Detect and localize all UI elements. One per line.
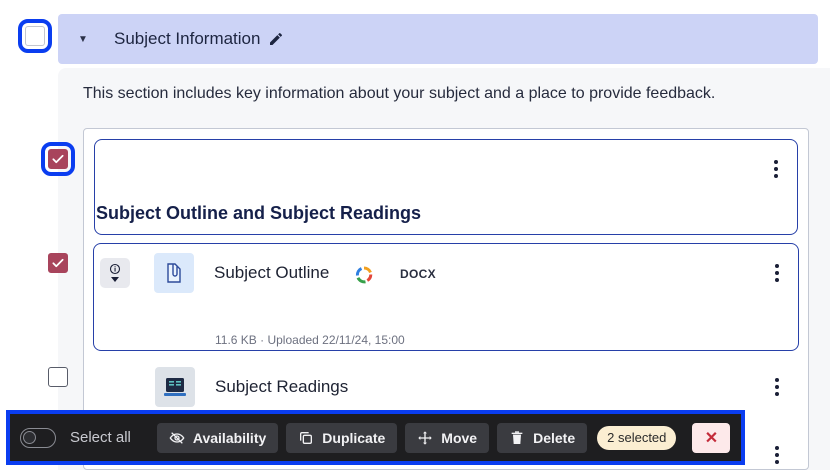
kebab-icon[interactable]	[769, 445, 785, 465]
file-type-label: DOCX	[400, 267, 436, 281]
app-badge-icon	[355, 266, 373, 284]
section-title: Subject Information	[114, 29, 261, 48]
selected-count-badge: 2 selected	[597, 425, 677, 450]
bulk-actions-toolbar: Select all Availability Duplicate Move D…	[6, 410, 745, 465]
file-card[interactable]	[93, 243, 799, 351]
move-button[interactable]: Move	[405, 422, 490, 453]
file-checkbox[interactable]	[48, 253, 68, 273]
duplicate-label: Duplicate	[322, 429, 386, 446]
info-icon	[109, 263, 121, 275]
delete-label: Delete	[533, 429, 576, 446]
caret-down-icon	[111, 277, 119, 282]
section-checkbox[interactable]	[18, 19, 52, 53]
select-all-toggle[interactable]	[20, 427, 56, 448]
availability-label: Availability	[192, 429, 267, 446]
chevron-down-icon[interactable]: ▼	[58, 34, 108, 45]
book-icon	[155, 367, 195, 407]
check-icon	[52, 258, 64, 268]
availability-button[interactable]: Availability	[156, 422, 279, 453]
info-button[interactable]	[100, 258, 130, 288]
attachment-icon	[154, 253, 194, 293]
eye-off-icon	[169, 431, 185, 444]
move-label: Move	[441, 429, 478, 446]
kebab-icon[interactable]	[769, 377, 785, 397]
select-all-label[interactable]: Select all	[70, 429, 131, 446]
delete-button[interactable]: Delete	[497, 422, 588, 453]
heading-title: Subject Outline and Subject Readings	[96, 203, 422, 223]
move-icon	[418, 430, 432, 445]
duplicate-button[interactable]: Duplicate	[286, 422, 398, 453]
kebab-icon[interactable]	[769, 263, 785, 283]
kebab-icon[interactable]	[768, 159, 784, 179]
trash-icon	[511, 430, 523, 444]
section-header[interactable]: ▼ Subject Information	[58, 14, 818, 64]
pencil-icon[interactable]	[268, 31, 284, 47]
readings-checkbox[interactable]	[48, 367, 68, 387]
file-title[interactable]: Subject Outline	[214, 263, 329, 283]
file-meta: 11.6 KB · Uploaded 22/11/24, 15:00	[215, 333, 405, 347]
section-description: This section includes key information ab…	[83, 85, 716, 102]
check-icon	[52, 154, 64, 164]
readings-title[interactable]: Subject Readings	[215, 377, 348, 397]
duplicate-icon	[300, 431, 313, 444]
close-icon[interactable]: ✕	[692, 422, 731, 453]
heading-checkbox[interactable]	[41, 142, 75, 176]
